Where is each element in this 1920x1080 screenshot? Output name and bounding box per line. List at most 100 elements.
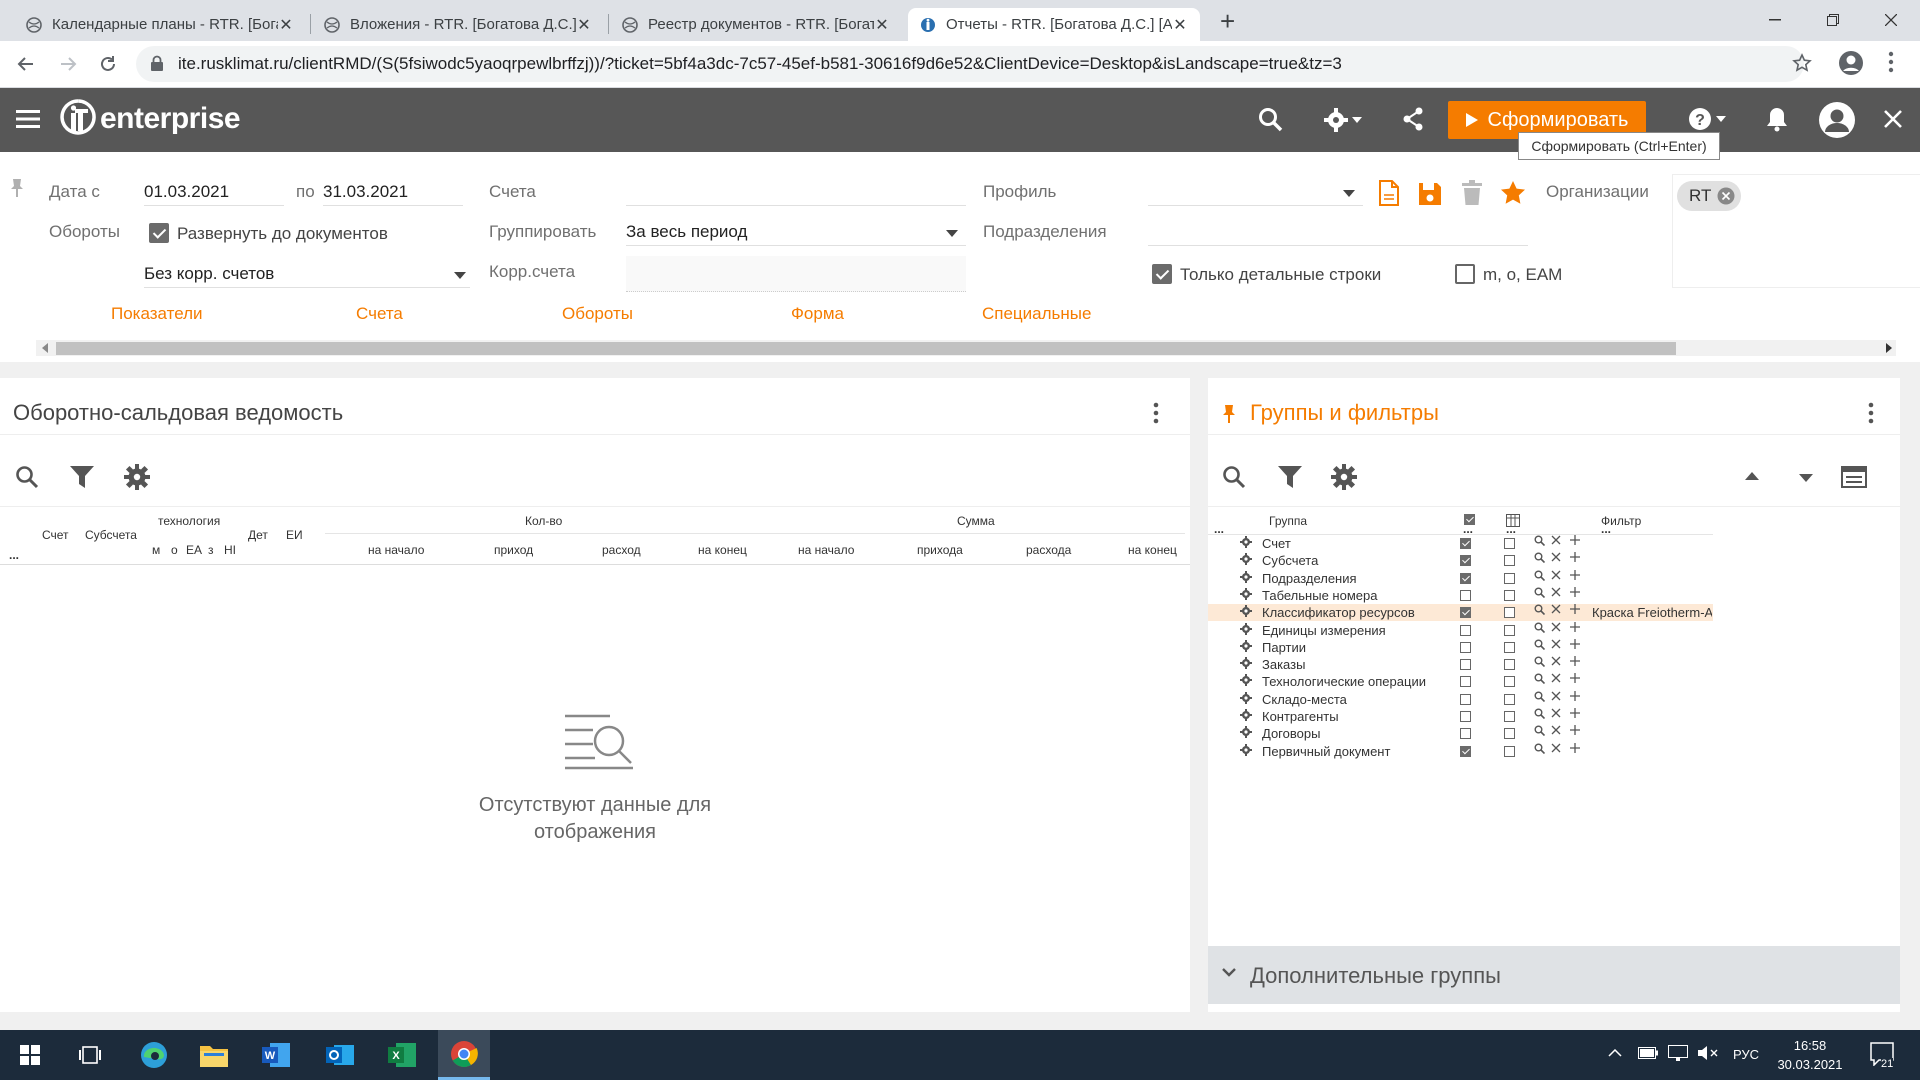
help-icon[interactable]: ? [1688, 106, 1728, 132]
search-filter-icon[interactable] [1534, 604, 1545, 616]
move-up-icon[interactable] [1745, 472, 1759, 480]
group-enable-checkbox[interactable] [1460, 555, 1471, 567]
add-filter-icon[interactable] [1570, 725, 1580, 736]
add-filter-icon[interactable] [1570, 656, 1580, 667]
group-subtotal-checkbox[interactable] [1504, 641, 1515, 653]
add-filter-icon[interactable] [1570, 708, 1580, 718]
gear-icon[interactable] [1240, 553, 1252, 566]
favorite-star-icon[interactable] [1500, 180, 1526, 206]
hamburger-menu-icon[interactable] [16, 109, 40, 129]
col-group[interactable]: Группа [1269, 514, 1307, 528]
col-tech-m[interactable]: м [152, 543, 160, 557]
corr-accounts-field[interactable] [626, 256, 966, 292]
add-filter-icon[interactable] [1570, 638, 1580, 649]
filter-icon[interactable] [70, 466, 94, 488]
expand-docs-checkbox[interactable] [149, 223, 169, 243]
close-window-icon[interactable] [1862, 0, 1920, 40]
file-explorer-icon[interactable] [188, 1030, 240, 1080]
group-enable-checkbox[interactable] [1460, 728, 1471, 740]
group-enable-checkbox[interactable] [1460, 624, 1471, 636]
restore-window-icon[interactable] [1804, 0, 1862, 40]
pin-icon[interactable] [1222, 404, 1236, 424]
add-filter-icon[interactable] [1570, 621, 1580, 632]
new-profile-icon[interactable] [1378, 180, 1400, 206]
gear-icon[interactable] [1240, 674, 1252, 687]
word-icon[interactable]: W [250, 1030, 302, 1080]
clear-filter-icon[interactable] [1551, 691, 1561, 701]
group-enable-checkbox[interactable] [1460, 572, 1471, 584]
user-avatar-icon[interactable] [1818, 101, 1856, 139]
clear-filter-icon[interactable] [1551, 587, 1561, 597]
gear-icon[interactable] [1240, 570, 1252, 583]
group-subtotal-checkbox[interactable] [1504, 589, 1515, 601]
save-profile-icon[interactable] [1418, 182, 1442, 206]
scroll-left-icon[interactable] [42, 343, 48, 353]
reload-icon[interactable] [98, 54, 118, 74]
group-subtotal-checkbox[interactable] [1504, 555, 1515, 567]
windows-start-icon[interactable] [4, 1030, 56, 1080]
group-row[interactable]: Технологические операции [1208, 673, 1713, 690]
close-tab-icon[interactable]: ✕ [874, 15, 890, 35]
gear-icon[interactable] [1240, 709, 1252, 721]
group-enable-checkbox[interactable] [1460, 693, 1471, 705]
col-sum-out[interactable]: расхода [1026, 543, 1071, 557]
bookmark-star-icon[interactable] [1792, 53, 1812, 73]
search-icon[interactable] [1222, 465, 1246, 489]
col-det[interactable]: Дет [248, 528, 268, 542]
gear-icon[interactable] [1240, 605, 1252, 618]
col-sum-start[interactable]: на начало [798, 543, 854, 557]
group-subtotal-checkbox[interactable] [1504, 745, 1515, 757]
notifications-bell-icon[interactable] [1766, 106, 1788, 132]
group-enable-checkbox[interactable] [1460, 659, 1471, 671]
col-account[interactable]: Счет [42, 528, 69, 542]
gear-icon[interactable] [1240, 622, 1252, 635]
group-subtotal-checkbox[interactable] [1504, 676, 1515, 688]
col-unit[interactable]: ЕИ [286, 528, 303, 542]
volume-icon[interactable] [1698, 1045, 1720, 1061]
search-filter-icon[interactable] [1534, 725, 1545, 737]
date-from-field[interactable]: 01.03.2021 [144, 178, 284, 206]
add-filter-icon[interactable] [1570, 673, 1580, 684]
group-row[interactable]: Счет [1208, 535, 1713, 552]
clear-filter-icon[interactable] [1551, 673, 1561, 683]
group-row[interactable]: Заказы [1208, 656, 1713, 673]
remove-chip-icon[interactable] [1717, 187, 1735, 205]
browser-tab[interactable]: Календарные планы - RTR. [Бога ✕ [14, 8, 306, 41]
group-enable-checkbox[interactable] [1460, 589, 1471, 601]
delete-profile-icon[interactable] [1462, 180, 1482, 206]
search-icon[interactable] [15, 465, 39, 489]
date-to-field[interactable]: 31.03.2021 [323, 178, 463, 206]
chrome-icon[interactable] [438, 1030, 490, 1080]
forward-icon[interactable] [58, 54, 78, 74]
more-vert-icon[interactable] [1153, 402, 1159, 424]
new-tab-button[interactable]: + [1220, 6, 1235, 37]
search-filter-icon[interactable] [1534, 622, 1545, 633]
search-filter-icon[interactable] [1534, 656, 1545, 668]
group-subtotal-checkbox[interactable] [1504, 572, 1515, 584]
search-filter-icon[interactable] [1534, 570, 1545, 581]
show-hidden-icons-icon[interactable] [1608, 1049, 1622, 1057]
col-tech-z[interactable]: з [208, 543, 214, 557]
battery-icon[interactable] [1638, 1047, 1658, 1059]
clear-filter-icon[interactable] [1551, 535, 1561, 545]
corr-accounts-select[interactable]: Без корр. счетов [144, 260, 470, 288]
search-filter-icon[interactable] [1534, 535, 1545, 546]
browser-tab[interactable]: Вложения - RTR. [Богатова Д.С.] ✕ [312, 8, 604, 41]
link-special[interactable]: Специальные [982, 304, 1091, 324]
group-row[interactable]: Первичный документ [1208, 742, 1713, 760]
col-qty-in[interactable]: приход [494, 543, 533, 557]
share-icon[interactable] [1402, 107, 1424, 131]
close-tab-icon[interactable]: ✕ [278, 15, 294, 35]
search-filter-icon[interactable] [1534, 587, 1545, 598]
search-filter-icon[interactable] [1534, 691, 1545, 702]
col-qty-out[interactable]: расход [602, 543, 641, 557]
group-row[interactable]: Контрагенты [1208, 708, 1713, 725]
col-tech-o[interactable]: о [171, 543, 178, 557]
profile-select[interactable] [1148, 178, 1363, 206]
search-filter-icon[interactable] [1534, 639, 1545, 650]
add-filter-icon[interactable] [1570, 569, 1580, 580]
clear-filter-icon[interactable] [1551, 552, 1561, 562]
organizations-field[interactable]: RT [1672, 174, 1920, 288]
gear-icon[interactable] [1240, 587, 1252, 600]
url-field[interactable]: ite.rusklimat.ru/clientRMD/(S(5fsiwodc5y… [136, 46, 1804, 82]
